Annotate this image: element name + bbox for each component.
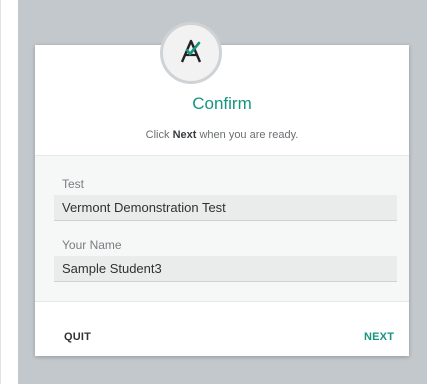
instruction-prefix: Click <box>145 129 173 141</box>
quit-button[interactable]: QUIT <box>64 331 91 343</box>
name-label: Your Name <box>62 238 122 252</box>
name-field: Sample Student3 <box>54 256 397 282</box>
dialog-instruction: Click Next when you are ready. <box>35 129 409 141</box>
page-left-border <box>0 0 1 384</box>
test-field: Vermont Demonstration Test <box>54 195 397 221</box>
test-label: Test <box>62 177 85 191</box>
logo-badge <box>160 22 222 84</box>
dialog-title: Confirm <box>192 94 252 113</box>
instruction-bold: Next <box>172 129 197 141</box>
instruction-suffix: when you are ready. <box>196 129 299 141</box>
logo-a-check-icon <box>177 37 205 70</box>
next-button[interactable]: NEXT <box>364 331 394 343</box>
